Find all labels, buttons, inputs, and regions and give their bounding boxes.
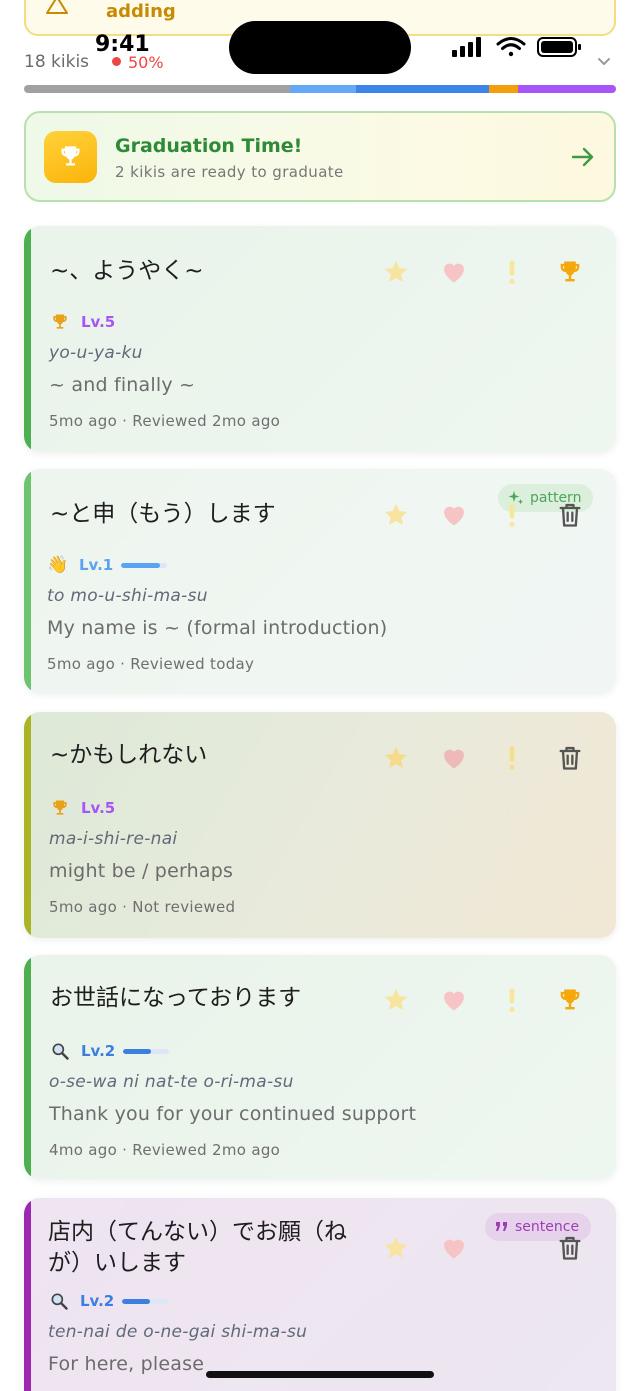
level-progress [121,562,168,568]
card-meta: 4mo ago · Reviewed 2mo ago [49,1141,281,1159]
level-progress [122,1298,169,1304]
heart-icon[interactable] [440,258,468,286]
kiki-card[interactable]: ~、ようやく~ Lv.5 yo-u-ya-ku ~ and finally ~ … [24,226,616,452]
progress-segment [355,85,489,93]
level-row: Lv.2 [48,1290,169,1312]
level-row: 👋 Lv.1 [47,554,168,576]
exclamation-icon[interactable] [498,744,526,772]
trophy-icon[interactable] [556,986,584,1014]
heart-icon[interactable] [440,1234,468,1262]
star-icon[interactable] [382,986,410,1014]
warning-icon [46,0,68,14]
trophy-icon [61,146,80,166]
record-dot-icon [112,57,121,66]
wifi-icon [496,37,526,57]
level-label: Lv.5 [81,313,116,331]
card-word: ~と申（もう）します [50,501,276,527]
cellular-signal-icon [452,37,481,57]
magnifier-icon [51,1293,68,1310]
card-word: ~かもしれない [50,742,208,768]
progress-segment [290,85,356,93]
trash-icon[interactable] [556,1234,584,1262]
card-accent [24,712,31,938]
card-word: ~、ようやく~ [50,258,204,284]
trash-icon[interactable] [556,501,584,529]
tag-label: sentence [515,1219,580,1235]
kiki-card[interactable]: お世話になっております Lv.2 o-se-wa ni nat-te o-ri-… [24,955,616,1179]
level-row: Lv.2 [49,1040,170,1062]
kiki-card[interactable]: ~かもしれない Lv.5 ma-i-shi-re-nai might be / … [24,712,616,938]
level-label: Lv.1 [79,556,114,574]
star-icon[interactable] [382,744,410,772]
heart-icon[interactable] [440,501,468,529]
magnifier-icon [52,1043,69,1060]
quote-icon [496,1222,507,1231]
level-progress [123,1048,170,1054]
warning-text: adding [106,1,176,22]
arrow-right-icon[interactable] [570,146,596,168]
card-accent [24,955,31,1179]
graduation-banner[interactable]: Graduation Time! 2 kikis are ready to gr… [24,111,616,202]
card-meta: 5mo ago · Not reviewed [49,898,236,916]
star-icon[interactable] [382,501,410,529]
chevron-down-icon[interactable] [596,55,612,69]
level-progress-bar [24,85,616,93]
exclamation-icon[interactable] [498,501,526,529]
level-label: Lv.2 [80,1292,115,1310]
card-word: お世話になっております [50,985,302,1011]
trophy-icon[interactable] [556,258,584,286]
home-indicator[interactable] [206,1371,434,1378]
kiki-card[interactable]: pattern ~と申（もう）します 👋 Lv.1 to mo-u-shi-ma… [24,469,616,693]
trophy-icon [53,314,67,329]
card-meaning: My name is ~ (formal introduction) [47,617,388,639]
trophy-icon [53,800,67,815]
dynamic-island [229,21,411,74]
graduation-subtitle: 2 kikis are ready to graduate [115,163,344,181]
level-label: Lv.5 [81,799,116,817]
graduation-title: Graduation Time! [115,135,303,157]
card-romaji: o-se-wa ni nat-te o-ri-ma-su [49,1072,294,1092]
star-icon[interactable] [382,258,410,286]
level-row: Lv.5 [49,797,115,819]
progress-segment [488,85,519,93]
waving-hand-icon: 👋 [47,555,69,575]
kiki-count: 18 kikis [24,52,90,72]
level-label: Lv.2 [81,1042,116,1060]
trash-icon[interactable] [556,744,584,772]
card-romaji: to mo-u-shi-ma-su [47,586,208,606]
status-icons [452,37,581,57]
kiki-card[interactable]: sentence 店内（てんない）でお願（ね が）いします Lv.2 ten-n… [24,1198,616,1391]
record-percent: 50% [128,53,164,72]
card-romaji: yo-u-ya-ku [49,343,143,363]
card-romaji: ma-i-shi-re-nai [49,829,178,849]
progress-segment [518,85,616,93]
card-meaning: ~ and finally ~ [49,374,196,396]
exclamation-icon[interactable] [498,986,526,1014]
card-romaji: ten-nai de o-ne-gai shi-ma-su [48,1322,308,1342]
card-accent [24,469,31,693]
graduation-trophy-tile [44,131,97,183]
card-meta: 5mo ago · Reviewed today [47,655,255,673]
heart-icon[interactable] [440,744,468,772]
card-word-line: が）いします [48,1250,186,1276]
level-row: Lv.5 [49,311,115,333]
card-meaning: might be / perhaps [49,860,234,882]
battery-icon [537,37,581,57]
card-accent [24,226,31,452]
exclamation-icon[interactable] [498,258,526,286]
card-meta: 5mo ago · Reviewed 2mo ago [49,412,281,430]
progress-segment [24,85,291,93]
heart-icon[interactable] [440,986,468,1014]
card-meaning: Thank you for your continued support [49,1103,417,1125]
card-word-line: 店内（てんない）でお願（ね [48,1219,347,1245]
star-icon[interactable] [382,1234,410,1262]
card-accent [24,1198,31,1391]
card-meaning: For here, please [48,1353,205,1375]
